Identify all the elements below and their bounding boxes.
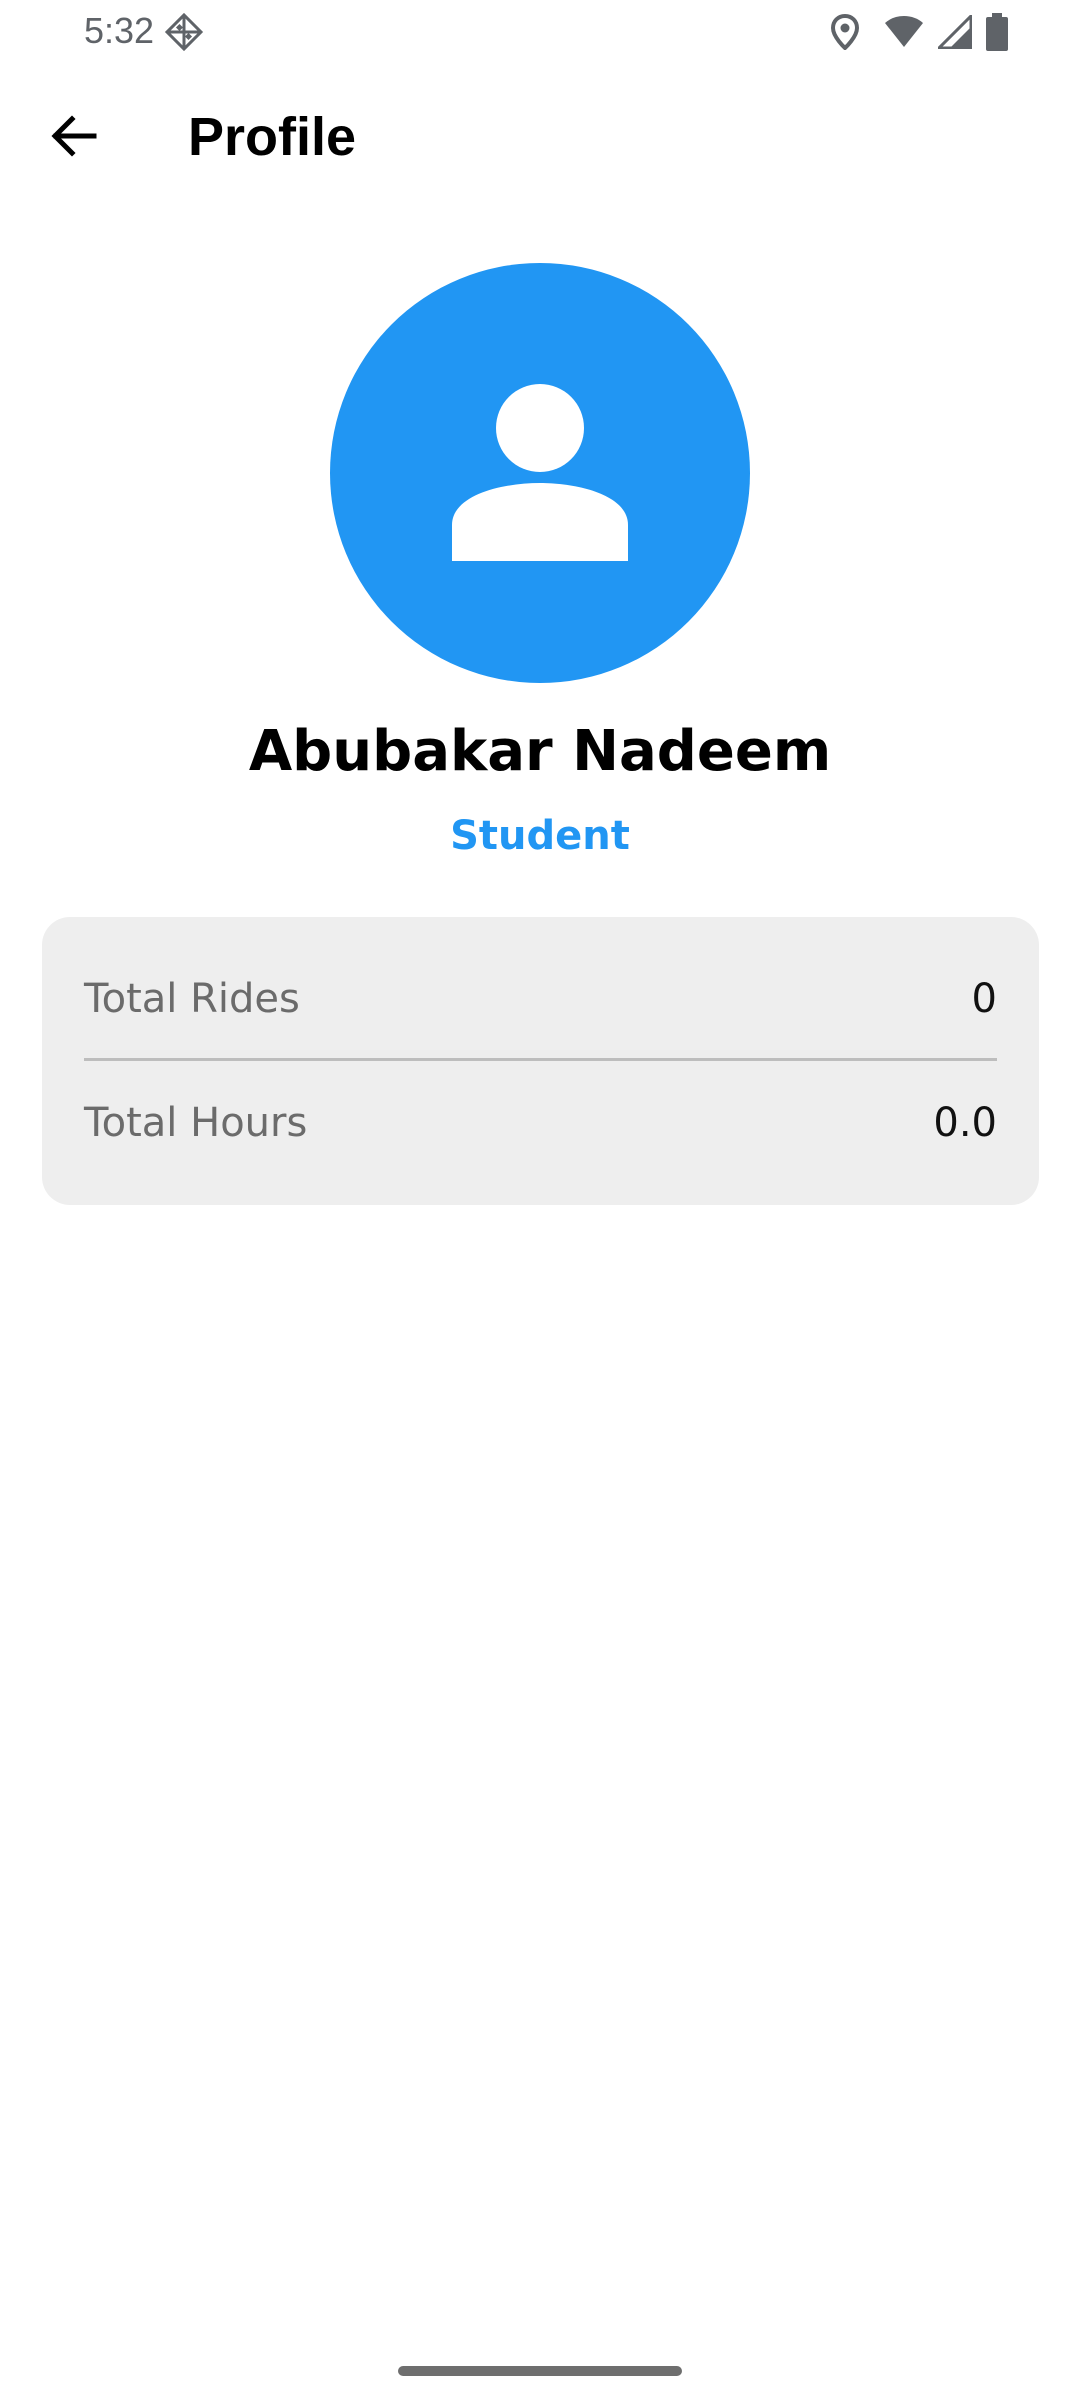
- stat-label: Total Hours: [84, 1100, 308, 1146]
- arrow-back-icon: [50, 114, 98, 162]
- stat-label: Total Rides: [84, 976, 300, 1022]
- wifi-icon: [884, 15, 924, 49]
- stat-row-total-hours: Total Hours 0.0: [84, 1083, 997, 1163]
- gesture-nav-handle[interactable]: [398, 2366, 682, 2376]
- signal-icon: [938, 15, 972, 49]
- user-role: Student: [450, 813, 630, 859]
- status-time: 5:32: [84, 10, 155, 51]
- page-title: Profile: [188, 107, 357, 167]
- status-bar: 5:32: [0, 0, 1080, 64]
- stat-row-total-rides: Total Rides 0: [84, 959, 997, 1039]
- back-button[interactable]: [34, 98, 114, 178]
- status-icons: [830, 12, 1008, 52]
- app-bar: Profile: [0, 80, 1080, 192]
- person-icon: [330, 263, 750, 683]
- divider: [84, 1058, 997, 1061]
- user-name: Abubakar Nadeem: [248, 719, 832, 784]
- stat-value: 0.0: [933, 1100, 997, 1146]
- diamond-grid-icon: [164, 12, 204, 52]
- stats-card: Total Rides 0 Total Hours 0.0: [42, 917, 1039, 1205]
- location-icon: [830, 14, 860, 50]
- stat-value: 0: [971, 976, 997, 1022]
- avatar: [330, 263, 750, 683]
- battery-icon: [986, 13, 1008, 51]
